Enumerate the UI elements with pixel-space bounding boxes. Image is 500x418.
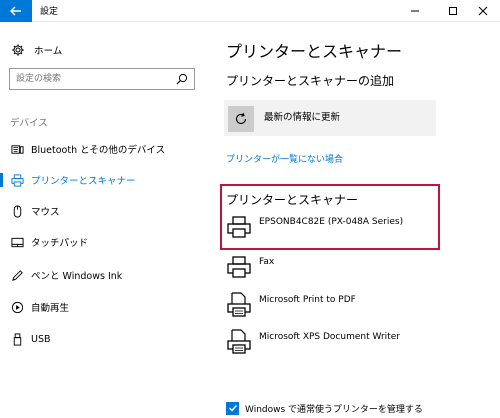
close-button[interactable]: [466, 0, 500, 22]
sidebar-item-usb[interactable]: USB: [0, 327, 210, 351]
touchpad-icon: [10, 235, 24, 249]
pen-icon: [10, 268, 24, 282]
refresh-button[interactable]: 最新の情報に更新: [224, 100, 436, 136]
back-button[interactable]: [0, 0, 32, 22]
sidebar-item-mouse[interactable]: マウス: [0, 199, 210, 223]
printer-icon: [227, 256, 251, 278]
selection-indicator: [0, 173, 3, 187]
maximize-icon: [449, 7, 457, 15]
printer-icon: [227, 216, 251, 238]
printer-name: Microsoft Print to PDF: [259, 295, 356, 305]
sidebar: ホーム デバイス Bluetooth とその他のデバイス プリン: [0, 22, 210, 418]
search-input[interactable]: [16, 72, 166, 86]
maximize-button[interactable]: [436, 0, 470, 22]
add-printer-heading: プリンターとスキャナーの追加: [226, 74, 395, 88]
page-title: プリンターとスキャナー: [226, 42, 403, 61]
home-nav-item[interactable]: ホーム: [10, 42, 62, 58]
checkmark-icon: [228, 405, 237, 412]
sidebar-item-label: Bluetooth とその他のデバイス: [31, 145, 166, 156]
section-label-devices: デバイス: [10, 118, 48, 129]
printer-list-heading: プリンターとスキャナー: [226, 193, 359, 207]
printer-item-epson[interactable]: EPSONB4C82E (PX-048A Series): [226, 214, 486, 246]
printer-name: Microsoft XPS Document Writer: [259, 332, 400, 342]
sidebar-item-label: タッチパッド: [31, 238, 89, 249]
printer-item-fax[interactable]: Fax: [226, 254, 486, 286]
printer-not-listed-link[interactable]: プリンターが一覧にない場合: [226, 152, 343, 165]
usb-icon: [10, 332, 24, 346]
close-icon: [478, 6, 488, 16]
pdf-printer-icon: [227, 329, 251, 354]
default-printer-checkbox-label: Windows で通常使うプリンターを管理する: [245, 404, 423, 415]
minimize-icon: [411, 10, 419, 12]
main-content: プリンターとスキャナー プリンターとスキャナーの追加 最新の情報に更新 プリンタ…: [210, 22, 500, 418]
sidebar-item-label: ペンと Windows Ink: [31, 271, 123, 282]
pdf-printer-icon: [227, 292, 251, 317]
sidebar-item-touchpad[interactable]: タッチパッド: [0, 230, 210, 254]
home-label: ホーム: [34, 46, 63, 57]
printer-name: Fax: [259, 257, 275, 267]
sidebar-item-bluetooth[interactable]: Bluetooth とその他のデバイス: [0, 137, 210, 161]
printer-item-pdf[interactable]: Microsoft Print to PDF: [226, 292, 486, 324]
printer-name: EPSONB4C82E (PX-048A Series): [259, 217, 404, 227]
default-printer-checkbox[interactable]: [226, 401, 239, 415]
printer-item-xps[interactable]: Microsoft XPS Document Writer: [226, 329, 486, 361]
default-printer-checkbox-row[interactable]: Windows で通常使うプリンターを管理する: [226, 401, 423, 415]
window-title: 設定: [40, 7, 59, 17]
title-bar: 設定: [0, 0, 500, 22]
gear-icon: [10, 42, 26, 58]
sidebar-item-pen[interactable]: ペンと Windows Ink: [0, 263, 210, 287]
autoplay-icon: [10, 300, 24, 314]
sidebar-item-autoplay[interactable]: 自動再生: [0, 295, 210, 319]
refresh-label: 最新の情報に更新: [264, 112, 341, 123]
search-icon: [176, 73, 188, 85]
sidebar-item-label: プリンターとスキャナー: [31, 176, 136, 187]
refresh-tile: [228, 106, 254, 132]
printer-icon: [10, 173, 24, 187]
sidebar-item-printers[interactable]: プリンターとスキャナー: [0, 168, 210, 192]
search-box[interactable]: [9, 68, 195, 90]
sidebar-item-label: 自動再生: [31, 303, 70, 314]
back-arrow-icon: [10, 6, 21, 16]
keyboard-icon: [10, 142, 24, 156]
minimize-button[interactable]: [398, 0, 432, 22]
refresh-icon: [235, 112, 247, 125]
sidebar-item-label: USB: [31, 333, 51, 345]
mouse-icon: [10, 204, 24, 218]
sidebar-item-label: マウス: [31, 207, 60, 218]
